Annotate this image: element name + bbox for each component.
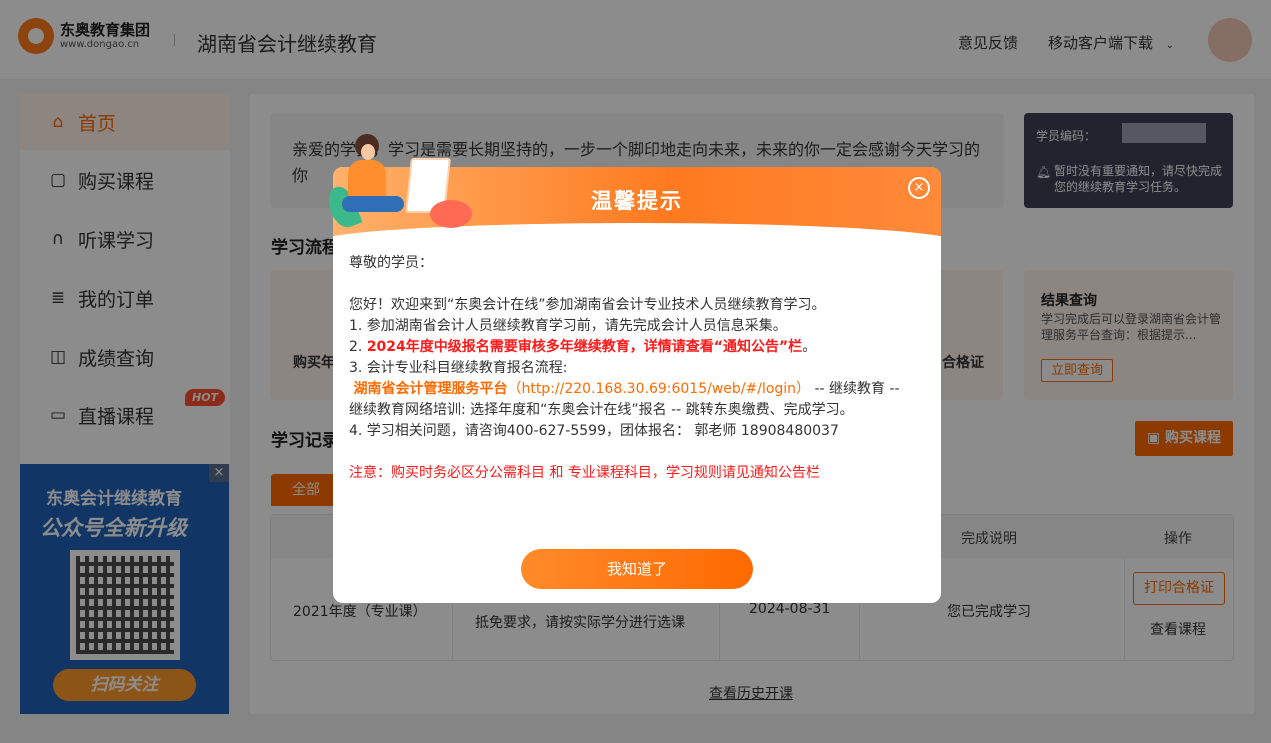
welcome-text: 您好！欢迎来到“东奥会计在线”参加湖南省会计专业技术人员继续教育学习。 (349, 297, 826, 313)
warning-text: 注意：购买时务必区分公需科目 和 专业课程科目，学习规则请见通知公告栏 (349, 465, 820, 481)
platform-link[interactable]: 湖南省会计管理服务平台 (353, 381, 507, 397)
notice-item-4: 4. 学习相关问题，请咨询400-627-5599，团体报名： 郭老师 1890… (349, 423, 839, 439)
salutation: 尊敬的学员： (349, 255, 433, 271)
platform-url[interactable]: （http://220.168.30.69:6015/web/#/login） (507, 381, 810, 397)
platform-line: 湖南省会计管理服务平台（http://220.168.30.69:6015/we… (353, 381, 900, 397)
notice-item-1: 1. 参加湖南省会计人员继续教育学习前，请先完成会计人员信息采集。 (349, 318, 787, 334)
student-illustration (323, 130, 472, 235)
notice-item-3: 3. 会计专业科目继续教育报名流程: (349, 360, 568, 376)
close-icon[interactable]: × (908, 177, 930, 199)
modal-body: 尊敬的学员： 您好！欢迎来到“东奥会计在线”参加湖南省会计专业技术人员继续教育学… (349, 253, 929, 484)
notice-item-2: 2. 2024年度中级报名需要审核多年继续教育，详情请查看“通知公告”栏。 (349, 339, 817, 355)
confirm-button[interactable]: 我知道了 (521, 549, 753, 589)
notice-item-3-detail: 继续教育网络培训: 选择年度和“东奥会计在线”报名 -- 跳转东奥缴费、完成学习… (349, 402, 854, 418)
